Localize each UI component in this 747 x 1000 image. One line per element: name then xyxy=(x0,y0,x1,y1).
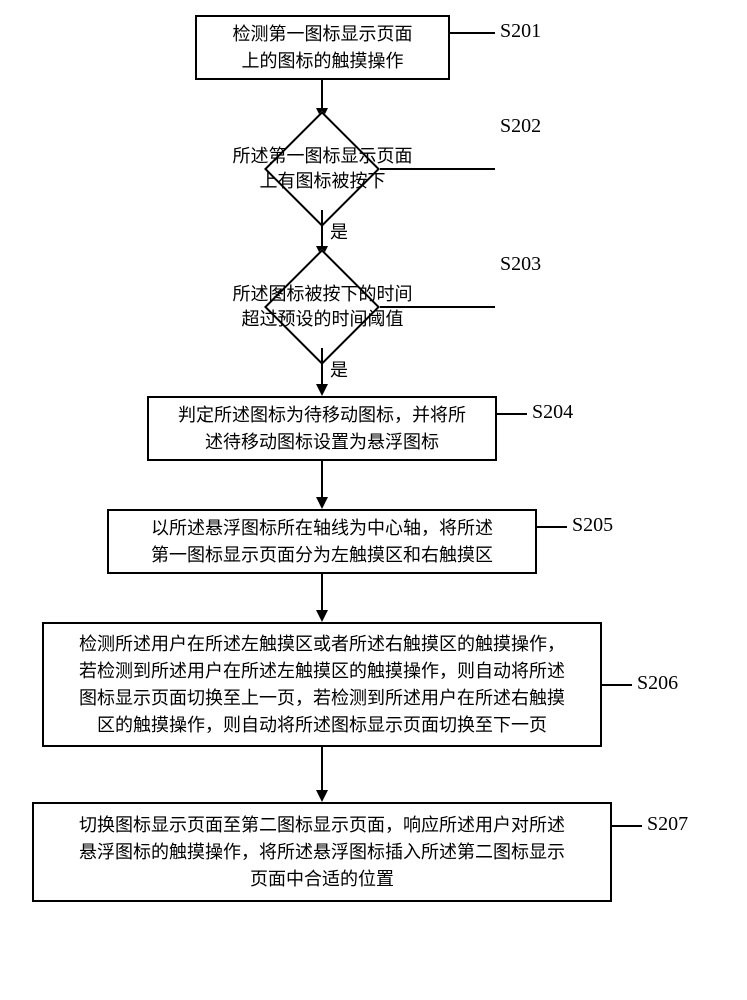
arrow-head-icon xyxy=(316,790,328,802)
edge-label-yes: 是 xyxy=(330,218,348,244)
step-text: 检测所述用户在所述左触摸区或者所述右触摸区的触摸操作，若检测到所述用户在所述左触… xyxy=(79,631,565,739)
label-connector xyxy=(497,413,527,415)
label-s201: S201 xyxy=(500,20,541,43)
label-connector xyxy=(537,526,567,528)
step-text: 以所述悬浮图标所在轴线为中心轴，将所述第一图标显示页面分为左触摸区和右触摸区 xyxy=(151,515,493,569)
arrow-head-icon xyxy=(316,610,328,622)
label-connector xyxy=(612,825,642,827)
step-s204: 判定所述图标为待移动图标，并将所述待移动图标设置为悬浮图标 xyxy=(147,396,497,461)
arrow-head-icon xyxy=(316,384,328,396)
label-s203: S203 xyxy=(500,253,541,276)
step-s205: 以所述悬浮图标所在轴线为中心轴，将所述第一图标显示页面分为左触摸区和右触摸区 xyxy=(107,509,537,574)
step-text: 切换图标显示页面至第二图标显示页面，响应所述用户对所述悬浮图标的触摸操作，将所述… xyxy=(79,812,565,893)
label-s202: S202 xyxy=(500,115,541,138)
label-connector xyxy=(380,168,495,170)
edge-label-yes: 是 xyxy=(330,356,348,382)
arrow-line xyxy=(321,461,323,499)
arrow-line xyxy=(321,80,323,110)
step-s206: 检测所述用户在所述左触摸区或者所述右触摸区的触摸操作，若检测到所述用户在所述左触… xyxy=(42,622,602,747)
arrow-head-icon xyxy=(316,497,328,509)
step-s201: 检测第一图标显示页面上的图标的触摸操作 xyxy=(195,15,450,80)
label-connector xyxy=(380,306,495,308)
label-connector xyxy=(450,32,495,34)
label-connector xyxy=(602,684,632,686)
step-text: 判定所述图标为待移动图标，并将所述待移动图标设置为悬浮图标 xyxy=(178,402,466,456)
step-s207: 切换图标显示页面至第二图标显示页面，响应所述用户对所述悬浮图标的触摸操作，将所述… xyxy=(32,802,612,902)
label-s206: S206 xyxy=(637,672,678,695)
arrow-line xyxy=(321,210,323,248)
step-text: 检测第一图标显示页面上的图标的触摸操作 xyxy=(233,21,413,75)
arrow-line xyxy=(321,747,323,792)
label-s205: S205 xyxy=(572,514,613,537)
arrow-line xyxy=(321,348,323,386)
arrow-line xyxy=(321,574,323,612)
label-s204: S204 xyxy=(532,401,573,424)
flowchart-container: 检测第一图标显示页面上的图标的触摸操作 S201 所述第一图标显示页面上有图标被… xyxy=(0,0,747,1000)
label-s207: S207 xyxy=(647,813,688,836)
